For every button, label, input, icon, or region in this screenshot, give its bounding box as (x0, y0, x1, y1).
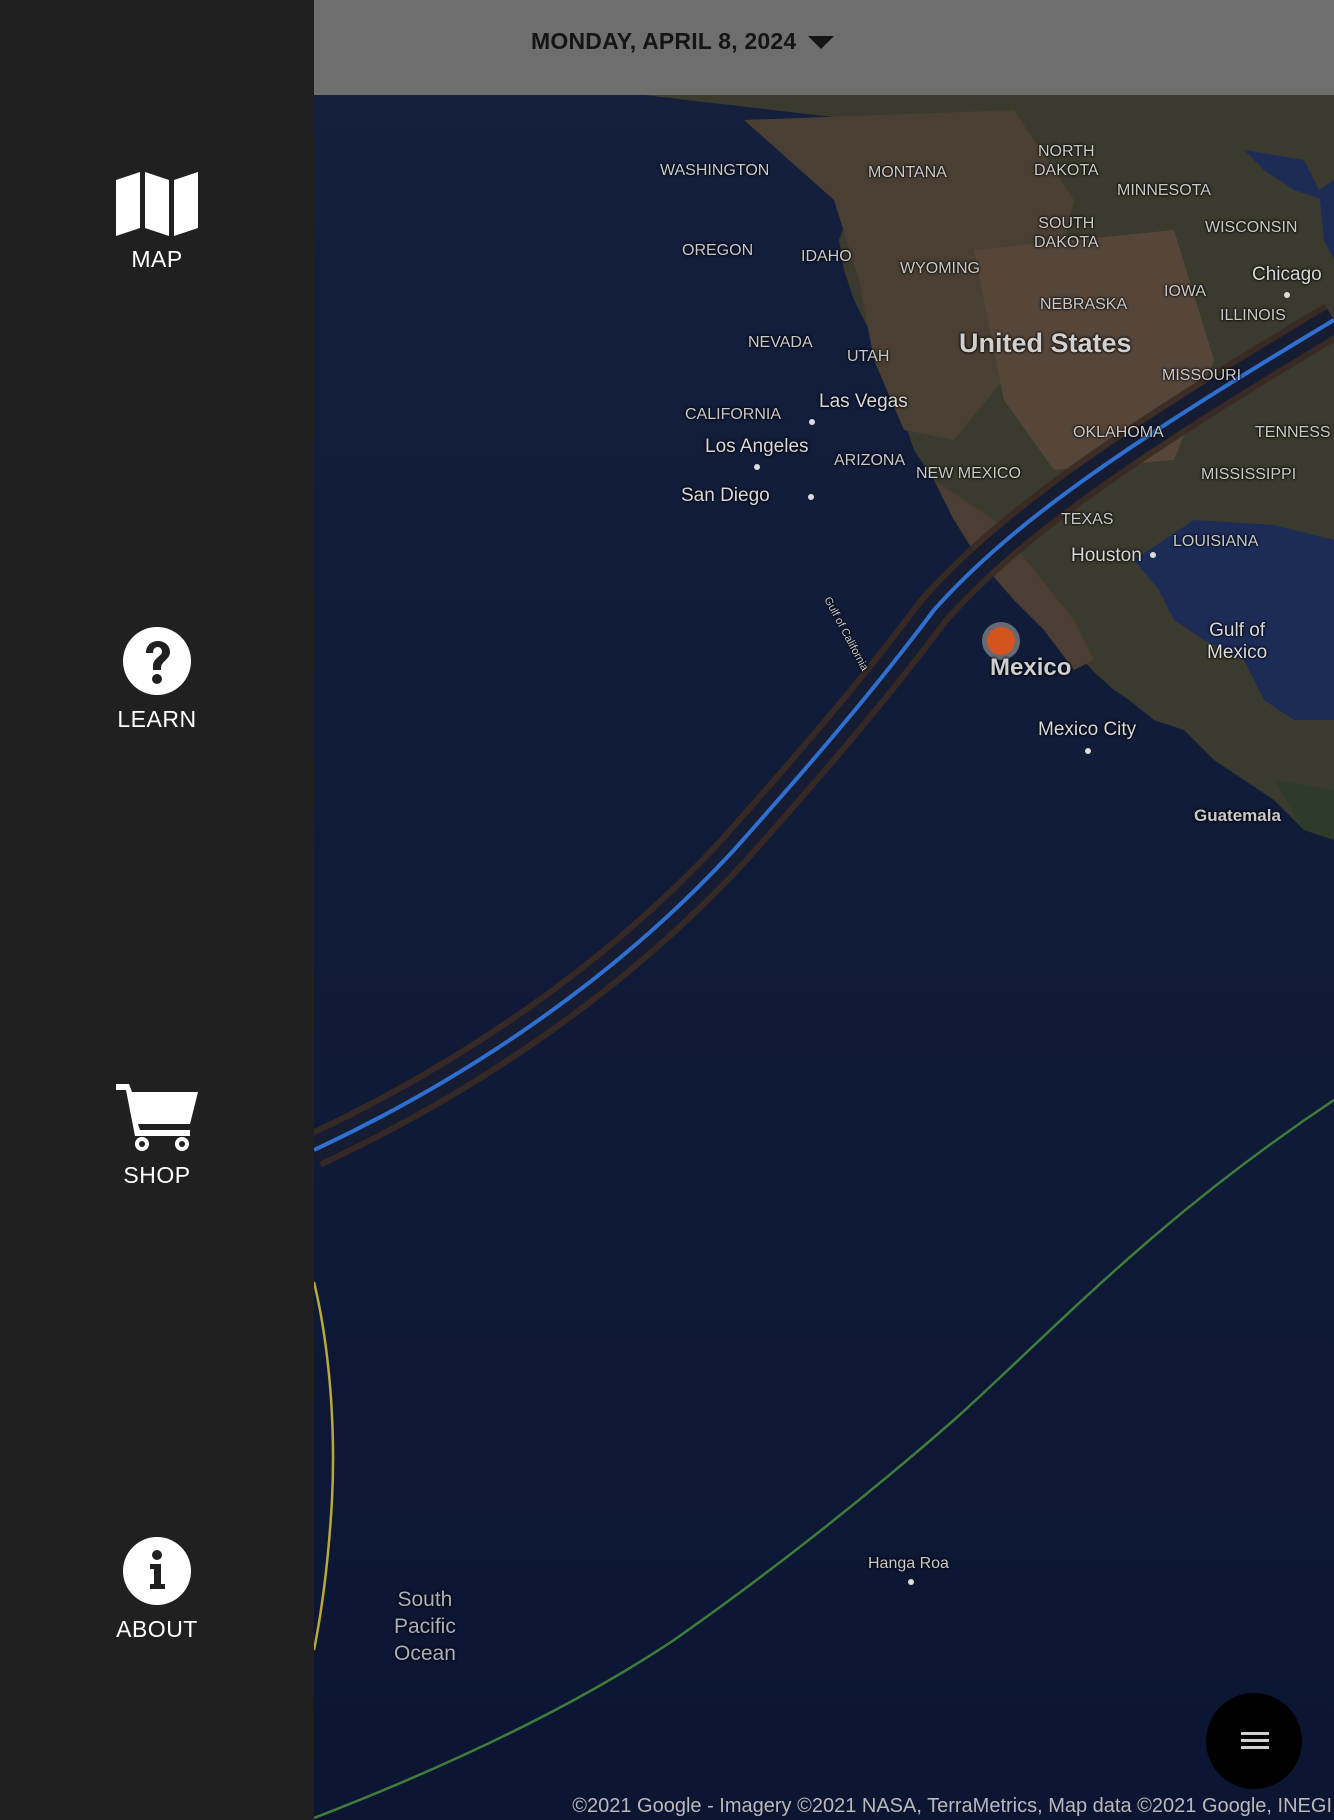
map-label-nebraska: NEBRASKA (1040, 296, 1128, 313)
map-label-new-mexico: NEW MEXICO (916, 465, 1021, 482)
nav-item-map[interactable]: MAP (0, 172, 314, 273)
map-label-chicago: Chicago (1252, 264, 1322, 285)
map-label-los-angeles: Los Angeles (705, 436, 809, 457)
map-copyright: ©2021 Google - Imagery ©2021 NASA, Terra… (572, 1795, 1332, 1817)
map-label-tennessee: TENNESS (1255, 424, 1331, 441)
map-label-san-diego: San Diego (681, 485, 770, 506)
map-label-oklahoma: OKLAHOMA (1073, 424, 1164, 441)
map-view[interactable]: WASHINGTON MONTANA NORTH DAKOTA MINNESOT… (314, 0, 1334, 1820)
map-label-houston: Houston (1071, 545, 1142, 566)
nav-label-map: MAP (131, 246, 183, 272)
map-label-utah: UTAH (847, 348, 890, 365)
map-label-minnesota: MINNESOTA (1117, 182, 1211, 199)
nav-label-about: ABOUT (116, 1616, 198, 1642)
map-label-guatemala: Guatemala (1194, 806, 1281, 825)
nav-label-learn: LEARN (117, 706, 197, 732)
date-header: MONDAY, APRIL 8, 2024 (314, 0, 1334, 95)
info-circle-icon (123, 1537, 191, 1605)
map-imagery (314, 0, 1334, 1820)
map-label-las-vegas: Las Vegas (819, 391, 908, 412)
map-label-missouri: MISSOURI (1162, 367, 1242, 384)
map-label-washington: WASHINGTON (660, 162, 770, 179)
nav-item-about[interactable]: ABOUT (0, 1536, 314, 1643)
map-icon (116, 172, 198, 236)
map-label-texas: TEXAS (1061, 511, 1114, 528)
caret-down-icon (808, 35, 835, 49)
nav-item-shop[interactable]: SHOP (0, 1080, 314, 1189)
map-label-nevada: NEVADA (748, 334, 813, 351)
question-circle-icon (123, 627, 191, 695)
map-label-wisconsin: WISCONSIN (1205, 219, 1298, 236)
map-label-illinois: ILLINOIS (1220, 307, 1286, 324)
map-label-mississippi: MISSISSIPPI (1201, 466, 1297, 483)
date-dropdown[interactable]: MONDAY, APRIL 8, 2024 (531, 28, 835, 55)
map-label-idaho: IDAHO (801, 248, 852, 265)
map-label-mexico-city: Mexico City (1038, 719, 1137, 740)
map-label-iowa: IOWA (1164, 283, 1207, 300)
map-label-wyoming: WYOMING (900, 260, 980, 277)
date-label: MONDAY, APRIL 8, 2024 (531, 28, 797, 54)
map-label-united-states: United States (959, 328, 1132, 358)
sidebar: MAP LEARN SHOP ABOUT (0, 0, 314, 1820)
map-label-north-dakota: NORTH DAKOTA (1034, 143, 1099, 179)
cart-icon (116, 1084, 198, 1151)
map-label-california: CALIFORNIA (685, 406, 782, 423)
nav-item-learn[interactable]: LEARN (0, 626, 314, 733)
map-label-south-pacific-ocean: South Pacific Ocean (394, 1588, 456, 1665)
map-menu-button[interactable] (1206, 1693, 1302, 1789)
nav-label-shop: SHOP (123, 1162, 191, 1188)
map-label-mexico: Mexico (990, 654, 1072, 681)
map-label-arizona: ARIZONA (834, 452, 906, 469)
map-label-montana: MONTANA (868, 164, 947, 181)
map-label-louisiana: LOUISIANA (1173, 533, 1259, 550)
map-label-south-dakota: SOUTH DAKOTA (1034, 215, 1099, 251)
map-label-hanga-roa: Hanga Roa (868, 1555, 949, 1572)
map-label-oregon: OREGON (682, 242, 754, 259)
map-label-gulf-of-mexico: Gulf of Mexico (1207, 620, 1268, 663)
